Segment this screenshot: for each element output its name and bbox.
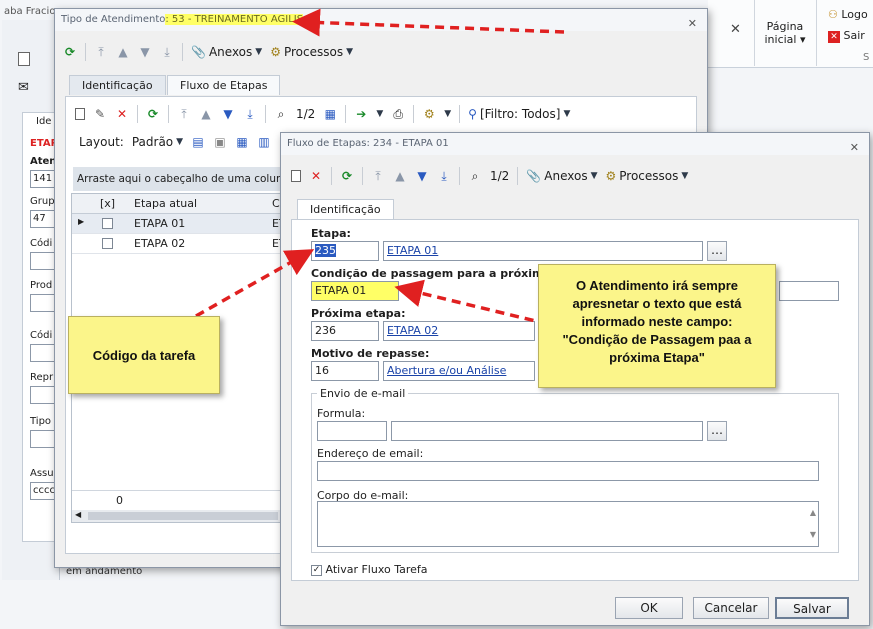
title-arrow [292, 8, 565, 37]
codigo-tarefa-callout: Código da tarefa [68, 316, 220, 394]
codigo-arrow [195, 249, 315, 318]
condicao-arrow [394, 279, 549, 326]
atendimento-callout: O Atendimento irá sempre apresnetar o te… [538, 264, 776, 388]
